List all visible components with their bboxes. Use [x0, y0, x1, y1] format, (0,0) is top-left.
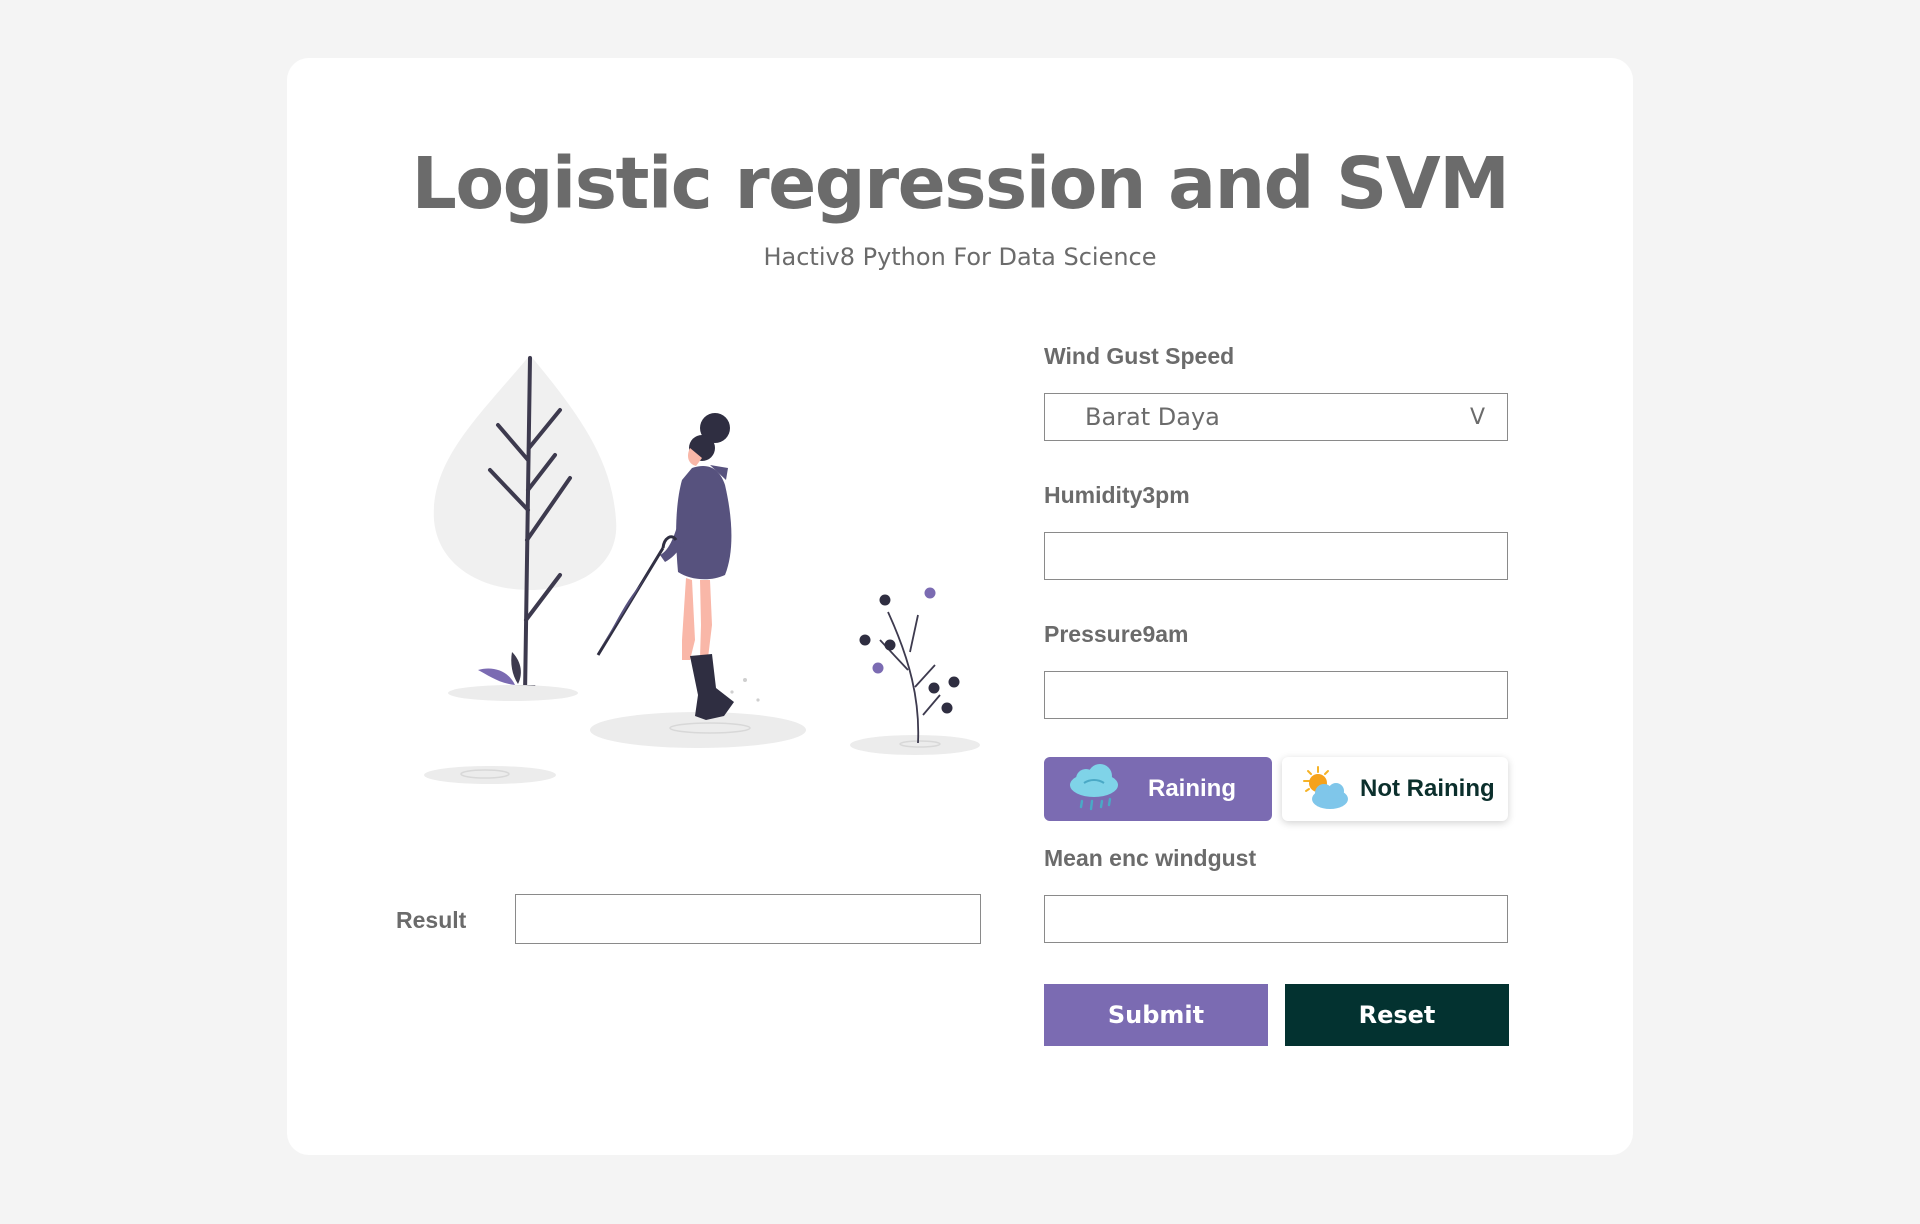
raining-option[interactable]: Raining	[1044, 757, 1272, 821]
result-output	[515, 894, 981, 944]
pressure9am-label: Pressure9am	[1044, 621, 1189, 647]
page-title: Logistic regression and SVM	[411, 142, 1510, 225]
result-label: Result	[396, 907, 467, 933]
page-subtitle: Hactiv8 Python For Data Science	[763, 243, 1157, 271]
wind-gust-speed-label: Wind Gust Speed	[1044, 343, 1235, 369]
humidity3pm-label: Humidity3pm	[1044, 482, 1190, 508]
not-raining-option[interactable]: Not Raining	[1282, 757, 1508, 821]
reset-button[interactable]: Reset	[1285, 984, 1509, 1046]
pressure9am-input[interactable]	[1044, 671, 1508, 719]
not-raining-label: Not Raining	[1360, 775, 1495, 802]
wind-gust-speed-select[interactable]: Barat Daya V	[1044, 393, 1508, 441]
wind-gust-speed-selected: Barat Daya	[1085, 403, 1220, 431]
sun-cloud-icon	[1303, 766, 1348, 809]
mean-enc-windgust-label: Mean enc windgust	[1044, 845, 1257, 871]
mean-enc-windgust-input[interactable]	[1044, 895, 1508, 943]
chevron-down-icon: V	[1469, 404, 1485, 430]
submit-button[interactable]: Submit	[1044, 984, 1268, 1046]
rain-cloud-icon	[1070, 764, 1118, 811]
humidity3pm-input[interactable]	[1044, 532, 1508, 580]
raining-label: Raining	[1148, 775, 1236, 802]
woman-with-umbrella-illustration	[424, 355, 980, 784]
